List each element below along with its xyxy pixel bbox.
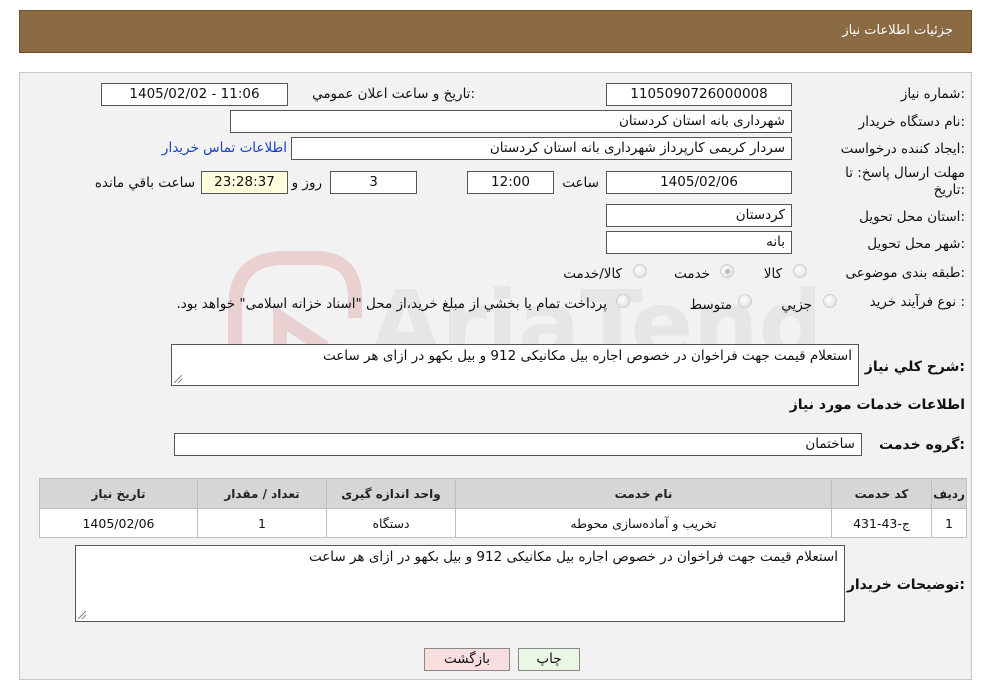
col-header-service-name: نام خدمت	[455, 478, 832, 509]
city-label: شهر محل تحويل:	[867, 236, 965, 252]
buyer-notes-label: توضيحات خريدار:	[846, 577, 965, 593]
deadline-time-label: ساعت	[562, 175, 599, 191]
col-header-row-number: رديف	[931, 478, 967, 509]
col-header-need-date: تاريخ نياز	[39, 478, 198, 509]
print-button[interactable]: چاپ	[518, 648, 580, 671]
page-header: جزئیات اطلاعات نیاز	[19, 10, 972, 53]
requester-field[interactable]: سردار کریمی کارپرداز شهرداری بانه استان …	[291, 137, 792, 160]
buyer-org-label: نام دستگاه خريدار:	[858, 114, 965, 130]
col-header-unit: واحد اندازه گيری	[326, 478, 456, 509]
category-radio-service[interactable]	[720, 264, 734, 278]
back-button[interactable]: بازگشت	[424, 648, 510, 671]
page-title: جزئیات اطلاعات نیاز	[842, 23, 953, 38]
purchase-note: پرداخت تمام يا بخشي از مبلغ خريد،از محل …	[176, 296, 607, 312]
remaining-time-field: 23:28:37	[201, 171, 288, 194]
table-row: 1 ج-43-431 تخریب و آماده‌سازی محوطه دستگ…	[39, 508, 967, 538]
buyer-notes-text: استعلام قیمت جهت فراخوان در خصوص اجاره ب…	[308, 549, 838, 565]
deadline-time-field[interactable]: 12:00	[467, 171, 554, 194]
services-info-heading: اطلاعات خدمات مورد نياز	[789, 397, 965, 413]
requester-label: ايجاد کننده درخواست:	[840, 141, 965, 157]
city-field[interactable]: بانه	[606, 231, 792, 254]
purchase-option-medium: متوسط	[689, 297, 732, 313]
description-textarea[interactable]: استعلام قیمت جهت فراخوان در خصوص اجاره ب…	[171, 344, 859, 386]
cell-need-date: 1405/02/06	[39, 508, 198, 538]
treasury-checkbox[interactable]	[616, 294, 630, 308]
days-field[interactable]: 3	[330, 171, 417, 194]
province-label: استان محل تحويل:	[859, 209, 965, 225]
description-label: شرح کلي نياز:	[864, 359, 965, 375]
remaining-time-label: ساعت باقي مانده	[94, 175, 195, 191]
resize-handle-icon[interactable]	[174, 375, 182, 383]
need-number-label: شماره نیاز:	[900, 86, 965, 102]
category-option-service: خدمت	[674, 266, 710, 282]
cell-row-number: 1	[931, 508, 967, 538]
purchase-radio-minor[interactable]	[823, 294, 837, 308]
deadline-label-line2: تاريخ:	[933, 182, 965, 198]
category-radio-goods-service[interactable]	[633, 264, 647, 278]
category-option-goods-service: کالا/خدمت	[563, 266, 622, 282]
cell-service-code: ج-43-431	[831, 508, 932, 538]
cell-service-name: تخریب و آماده‌سازی محوطه	[455, 508, 832, 538]
category-option-goods: کالا	[763, 266, 782, 282]
category-label: طبقه بندی موضوعی:	[845, 265, 965, 281]
resize-handle-icon[interactable]	[78, 611, 86, 619]
deadline-date-field[interactable]: 1405/02/06	[606, 171, 792, 194]
buyer-contact-link[interactable]: اطلاعات تماس خريدار	[162, 140, 287, 156]
col-header-quantity: تعداد / مقدار	[197, 478, 327, 509]
purchase-radio-medium[interactable]	[738, 294, 752, 308]
service-group-field[interactable]: ساختمان	[174, 433, 862, 456]
services-table: رديف کد خدمت نام خدمت واحد اندازه گيری ت…	[39, 478, 967, 538]
cell-quantity: 1	[197, 508, 327, 538]
announce-datetime-label: تاریخ و ساعت اعلان عمومي:	[312, 86, 475, 102]
province-field[interactable]: کردستان	[606, 204, 792, 227]
need-number-field[interactable]: 1105090726000008	[606, 83, 792, 106]
description-text: استعلام قیمت جهت فراخوان در خصوص اجاره ب…	[322, 348, 852, 364]
category-radio-goods[interactable]	[793, 264, 807, 278]
table-header-row: رديف کد خدمت نام خدمت واحد اندازه گيری ت…	[39, 478, 967, 509]
announce-datetime-field[interactable]: 1405/02/02 - 11:06	[101, 83, 288, 106]
service-group-label: گروه خدمت:	[879, 437, 965, 453]
cell-unit: دستگاه	[326, 508, 456, 538]
col-header-service-code: کد خدمت	[831, 478, 932, 509]
days-label: روز و	[291, 175, 322, 191]
deadline-label-line1: مهلت ارسال پاسخ: تا	[845, 165, 965, 181]
buyer-notes-textarea[interactable]: استعلام قیمت جهت فراخوان در خصوص اجاره ب…	[75, 545, 845, 622]
purchase-type-label: نوع فرآيند خريد :	[869, 294, 965, 310]
purchase-option-minor: جزيي	[781, 297, 812, 313]
buyer-org-field[interactable]: شهرداری بانه استان کردستان	[230, 110, 792, 133]
